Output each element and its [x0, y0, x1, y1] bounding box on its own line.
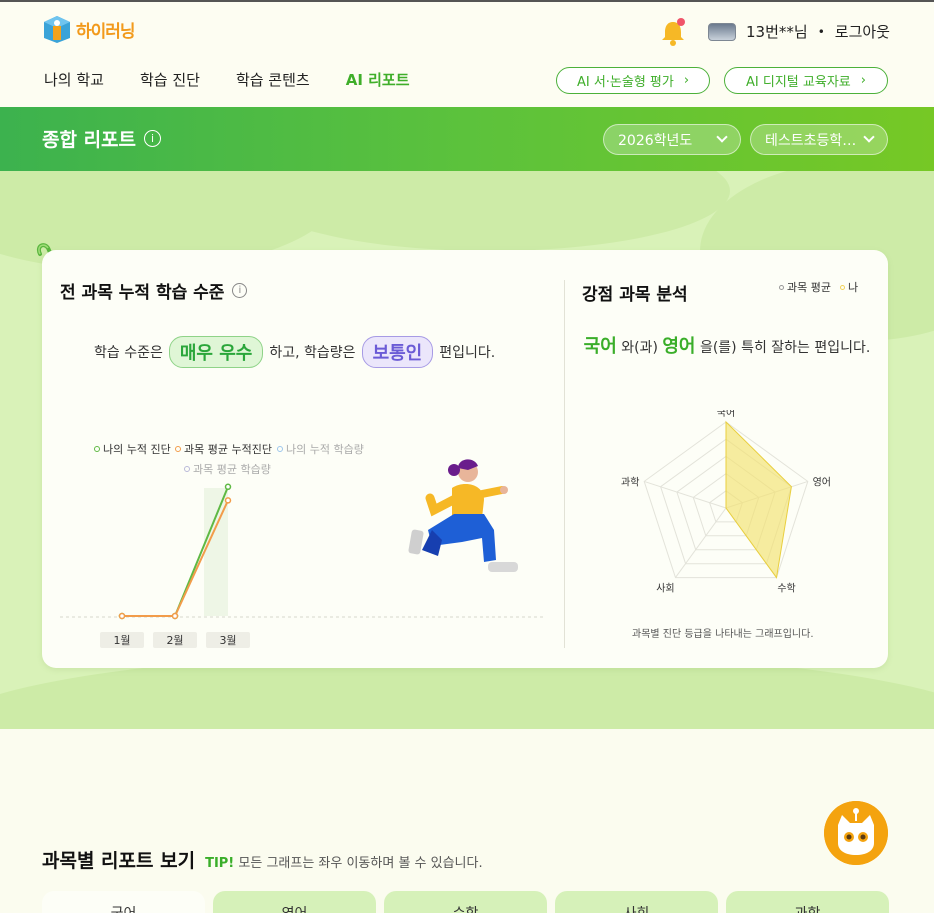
tab-math[interactable]: 수학	[384, 891, 547, 913]
summary-middle: 하고, 학습량은	[269, 345, 356, 361]
report-card: 전 과목 누적 학습 수준 i 학습 수준은 매우 우수 하고, 학습량은 보통…	[42, 250, 888, 668]
strength-radar-chart: 국어영어수학 사회 과학	[621, 410, 831, 595]
user-area: 13번**님 • 로그아웃	[708, 21, 890, 42]
info-icon[interactable]: i	[144, 130, 162, 147]
user-name: 13번**님	[746, 23, 808, 41]
amount-badge: 보통인	[361, 336, 434, 368]
strength-summary: 국어 와(과) 영어 을(를) 특히 잘하는 편입니다.	[583, 336, 871, 357]
data-point[interactable]	[171, 612, 179, 620]
x-tick-label: 3월	[219, 634, 236, 647]
separator-dot: •	[817, 24, 825, 39]
data-point[interactable]	[224, 483, 232, 491]
ai-digital-material-label: AI 디지털 교육자료	[746, 75, 851, 90]
level-badge: 매우 우수	[168, 336, 264, 368]
cumulative-title: 전 과목 누적 학습 수준 i	[60, 278, 248, 303]
divider	[564, 280, 565, 648]
x-tick-label: 1월	[113, 634, 130, 647]
year-select-value: 2026학년도	[618, 132, 693, 149]
subject-tabs: 국어 영어 수학 사회 과학	[42, 891, 889, 913]
page-title: 종합 리포트 i	[42, 125, 162, 152]
tip-text: TIP! 모든 그래프는 좌우 이동하며 볼 수 있습니다.	[205, 856, 483, 871]
radar-axis	[644, 480, 727, 509]
nav-diagnosis[interactable]: 학습 진단	[140, 69, 200, 90]
chevron-right-icon: ›	[860, 73, 866, 88]
logo-text: 하이러닝	[76, 21, 136, 42]
strength-title: 강점 과목 분석	[582, 285, 688, 305]
strength-subject-2: 영어	[662, 336, 696, 357]
legend-avg-diagnosis[interactable]: 과목 평균 누적진단	[175, 441, 272, 457]
radar-axis-label: 국어	[717, 410, 735, 419]
logo-icon	[44, 16, 70, 43]
tab-korean[interactable]: 국어	[42, 891, 205, 913]
site-logo[interactable]: 하이러닝	[42, 14, 136, 44]
radar-axis-label: 수학	[777, 583, 795, 595]
legend-my-amount[interactable]: 나의 누적 학습량	[277, 441, 364, 457]
nav-my-school[interactable]: 나의 학교	[44, 69, 104, 90]
top-navigation-bar: 하이러닝 13번**님 • 로그아웃 나의 학교 학습 진단 학습 콘텐츠 AI…	[0, 0, 934, 107]
report-banner: 종합 리포트 i 2026학년도 테스트초등학…	[0, 107, 934, 171]
school-select[interactable]: 테스트초등학…	[750, 124, 888, 155]
summary-prefix: 학습 수준은	[94, 345, 163, 361]
radar-axis-label: 사회	[656, 583, 674, 595]
avatar	[708, 22, 736, 41]
school-select-value: 테스트초등학…	[765, 132, 857, 149]
ai-essay-eval-label: AI 서·논술형 평가	[576, 75, 674, 90]
data-point[interactable]	[224, 497, 232, 504]
year-select[interactable]: 2026학년도	[603, 124, 741, 155]
page-title-text: 종합 리포트	[42, 129, 137, 151]
chatbot-fab-button[interactable]	[824, 801, 888, 865]
ai-essay-eval-button[interactable]: AI 서·논술형 평가 ›	[556, 67, 710, 94]
chevron-down-icon	[716, 131, 728, 143]
summary-suffix: 편입니다.	[439, 345, 496, 361]
legend-subject-avg[interactable]: 과목 평균	[779, 279, 831, 295]
strength-subject-1: 국어	[583, 336, 617, 357]
radar-caption: 과목별 진단 등급을 나타내는 그래프입니다.	[632, 629, 814, 640]
info-icon[interactable]: i	[232, 283, 248, 298]
legend-me[interactable]: 나	[840, 279, 858, 295]
cumulative-summary: 학습 수준은 매우 우수 하고, 학습량은 보통인 편입니다.	[94, 336, 495, 368]
tab-social[interactable]: 사회	[555, 891, 718, 913]
notification-bell-icon[interactable]	[660, 18, 686, 46]
subject-report-title: 과목별 리포트 보기	[42, 850, 196, 872]
subject-report-heading: 과목별 리포트 보기 TIP! 모든 그래프는 좌우 이동하며 볼 수 있습니다…	[42, 846, 483, 873]
runner-illustration	[408, 459, 518, 572]
cumulative-title-text: 전 과목 누적 학습 수준	[60, 283, 225, 303]
nav-ai-report[interactable]: AI 리포트	[346, 69, 410, 90]
nav-contents[interactable]: 학습 콘텐츠	[236, 69, 310, 90]
logout-link[interactable]: 로그아웃	[835, 21, 890, 42]
ai-digital-material-button[interactable]: AI 디지털 교육자료 ›	[724, 67, 888, 94]
radar-axis-label: 영어	[813, 476, 831, 488]
tab-english[interactable]: 영어	[213, 891, 376, 913]
radar-axis	[675, 507, 727, 578]
radar-axis-label: 과학	[621, 476, 639, 488]
legend-my-diagnosis[interactable]: 나의 누적 진단	[94, 441, 171, 457]
chevron-right-icon: ›	[683, 73, 690, 88]
main-nav: 나의 학교 학습 진단 학습 콘텐츠 AI 리포트	[44, 69, 446, 90]
data-point[interactable]	[118, 612, 126, 620]
tab-science[interactable]: 과학	[726, 891, 889, 913]
chevron-down-icon	[863, 131, 875, 143]
x-tick-label: 2월	[166, 634, 183, 647]
